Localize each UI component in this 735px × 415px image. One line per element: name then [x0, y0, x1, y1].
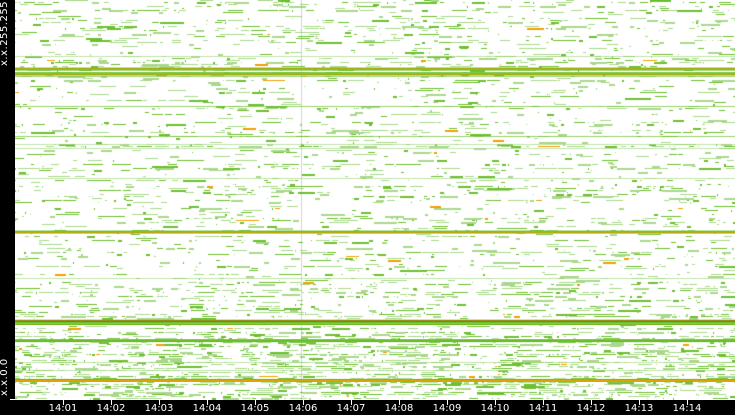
x-tick-label: 14:12 — [576, 403, 606, 414]
x-tick-label: 14:09 — [432, 403, 462, 414]
hot-row-high — [15, 231, 735, 233]
x-tick-label: 14:13 — [624, 403, 654, 414]
x-tick-label: 14:02 — [96, 403, 126, 414]
hot-row-high — [15, 379, 735, 381]
x-axis: 14:01 14:02 14:03 14:04 14:05 14:06 14:07 14:08… — [15, 400, 735, 415]
hot-row-medium — [15, 340, 735, 342]
hot-row-peak — [15, 320, 735, 322]
x-tick-label: 14:04 — [192, 403, 222, 414]
traffic-heatmap: x.x.255.255 x.x.0.0 14:01 14:02 14:03 14:04… — [0, 0, 735, 415]
heatmap-hot-rows — [15, 67, 735, 382]
y-label-top: x.x.255.255 — [0, 0, 10, 66]
heatmap-plot-area[interactable] — [15, 0, 735, 400]
x-tick-label: 14:03 — [144, 403, 174, 414]
x-tick-label: 14:01 — [48, 403, 78, 414]
x-tick-label: 14:07 — [336, 403, 366, 414]
x-tick-label: 14:05 — [240, 403, 270, 414]
hot-row-high — [15, 68, 735, 70]
x-tick-label: 14:06 — [288, 403, 318, 414]
x-tick-label: 14:14 — [672, 403, 702, 414]
hot-row-high — [15, 323, 735, 325]
hot-row-high — [15, 73, 735, 75]
y-label-bottom: x.x.0.0 — [0, 358, 10, 396]
x-tick-label: 14:10 — [480, 403, 510, 414]
x-tick-label: 14:08 — [384, 403, 414, 414]
x-tick-label: 14:11 — [528, 403, 558, 414]
